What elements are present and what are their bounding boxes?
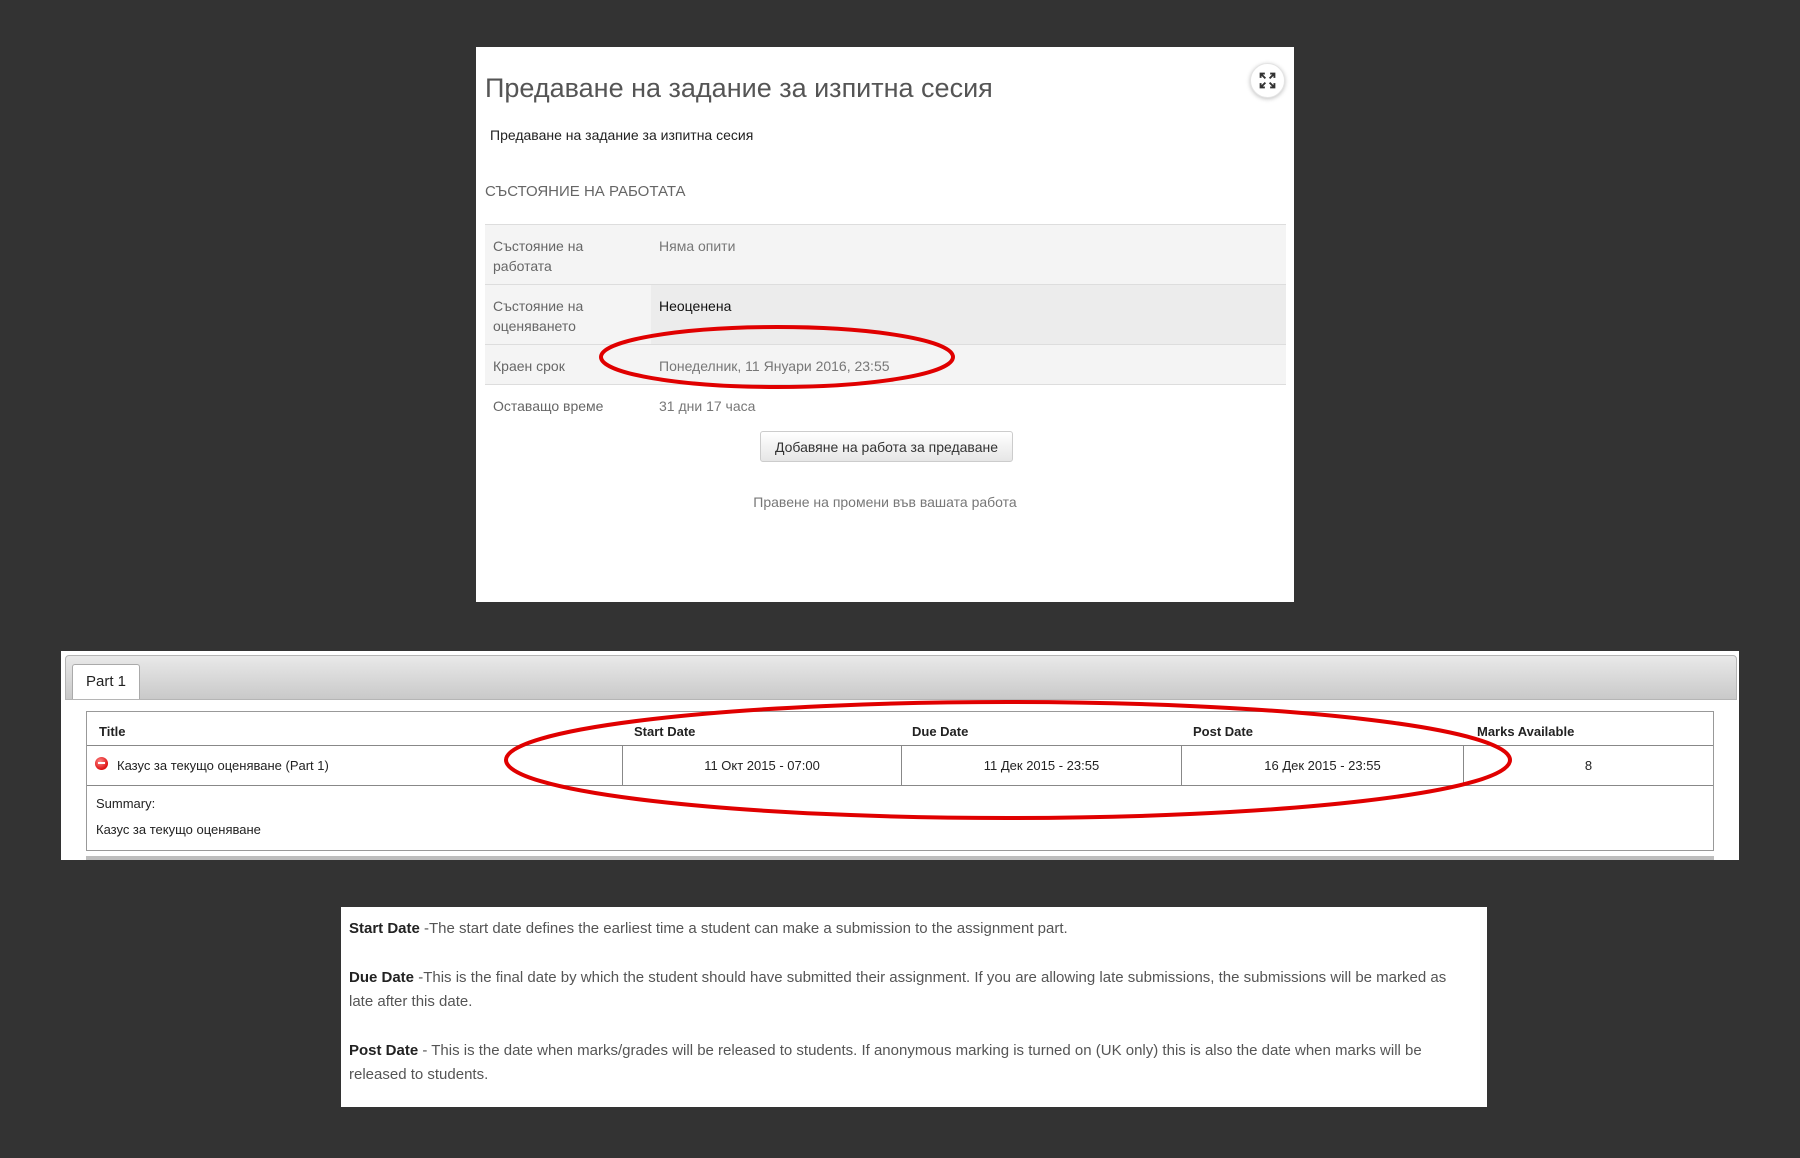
definition-post-date: Post Date - This is the date when marks/… bbox=[349, 1039, 1469, 1087]
assignment-status-panel: Предаване на задание за изпитна сесия Пр… bbox=[476, 47, 1294, 602]
parts-table: Title Start Date Due Date Post Date Mark… bbox=[86, 711, 1714, 851]
tab-part-1[interactable]: Part 1 bbox=[72, 664, 140, 699]
status-row-time-remaining: Оставащо време 31 дни 17 часа bbox=[485, 385, 1286, 424]
row-label: Състояние на оценяването bbox=[493, 298, 584, 334]
column-header-marks-available: Marks Available bbox=[1477, 724, 1575, 739]
row-label: Състояние на работата bbox=[493, 238, 584, 274]
row-label: Оставащо време bbox=[493, 398, 604, 414]
definition-term: Due Date bbox=[349, 969, 415, 986]
row-label: Краен срок bbox=[493, 358, 565, 374]
column-header-post-date: Post Date bbox=[1193, 724, 1253, 739]
row-value: Неоценена bbox=[651, 285, 1286, 344]
status-row-submission: Състояние на работата Няма опити bbox=[485, 225, 1286, 285]
fullscreen-button[interactable] bbox=[1250, 63, 1285, 98]
column-header-due-date: Due Date bbox=[912, 724, 969, 739]
post-date-cell: 16 Дек 2015 - 23:55 bbox=[1181, 746, 1463, 785]
definition-start-date: Start Date -The start date defines the e… bbox=[349, 917, 1469, 941]
submission-status-table: Състояние на работата Няма опити Състоян… bbox=[485, 224, 1286, 424]
page-title: Предаване на задание за изпитна сесия bbox=[485, 73, 993, 103]
part-title[interactable]: Казус за текущо оценяване (Part 1) bbox=[117, 758, 329, 773]
definition-text: - This is the date when marks/grades wil… bbox=[349, 1042, 1422, 1083]
start-date-cell: 11 Окт 2015 - 07:00 bbox=[622, 746, 901, 785]
table-row: Казус за текущо оценяване (Part 1) 11 Ок… bbox=[87, 745, 1713, 786]
assignment-parts-panel: Part 1 Title Start Date Due Date Post Da… bbox=[61, 651, 1739, 860]
column-header-start-date: Start Date bbox=[634, 724, 696, 739]
due-date-cell: 11 Дек 2015 - 23:55 bbox=[901, 746, 1181, 785]
summary-label: Summary: bbox=[96, 796, 156, 811]
date-definitions-panel: Start Date -The start date defines the e… bbox=[341, 907, 1487, 1107]
part-title-cell: Казус за текущо оценяване (Part 1) bbox=[95, 746, 329, 785]
row-value: Няма опити bbox=[659, 238, 736, 254]
parts-tab-bar: Part 1 bbox=[65, 655, 1737, 700]
row-value: Понеделник, 11 Януари 2016, 23:55 bbox=[659, 358, 890, 374]
status-row-grading: Състояние на оценяването Неоценена bbox=[485, 285, 1286, 345]
definition-due-date: Due Date -This is the final date by whic… bbox=[349, 966, 1469, 1014]
edit-submission-note: Правене на промени във вашата работа bbox=[753, 494, 1017, 510]
add-submission-button[interactable]: Добавяне на работа за предаване bbox=[760, 431, 1013, 462]
no-entry-icon bbox=[95, 757, 108, 771]
column-header-title: Title bbox=[99, 724, 126, 739]
definition-text: -The start date defines the earliest tim… bbox=[419, 920, 1068, 937]
section-heading: СЪСТОЯНИЕ НА РАБОТАТА bbox=[485, 183, 686, 200]
row-value: 31 дни 17 часа bbox=[659, 398, 756, 414]
summary-text: Казус за текущо оценяване bbox=[96, 822, 261, 837]
expand-icon bbox=[1259, 72, 1276, 89]
definition-text: -This is the final date by which the stu… bbox=[349, 969, 1447, 1010]
marks-available-cell: 8 bbox=[1463, 746, 1713, 785]
assignment-intro: Предаване на задание за изпитна сесия bbox=[490, 127, 754, 143]
definition-term: Post Date bbox=[349, 1042, 419, 1059]
table-bottom-divider bbox=[86, 856, 1714, 860]
status-row-due-date: Краен срок Понеделник, 11 Януари 2016, 2… bbox=[485, 345, 1286, 385]
definition-term: Start Date bbox=[349, 920, 420, 937]
